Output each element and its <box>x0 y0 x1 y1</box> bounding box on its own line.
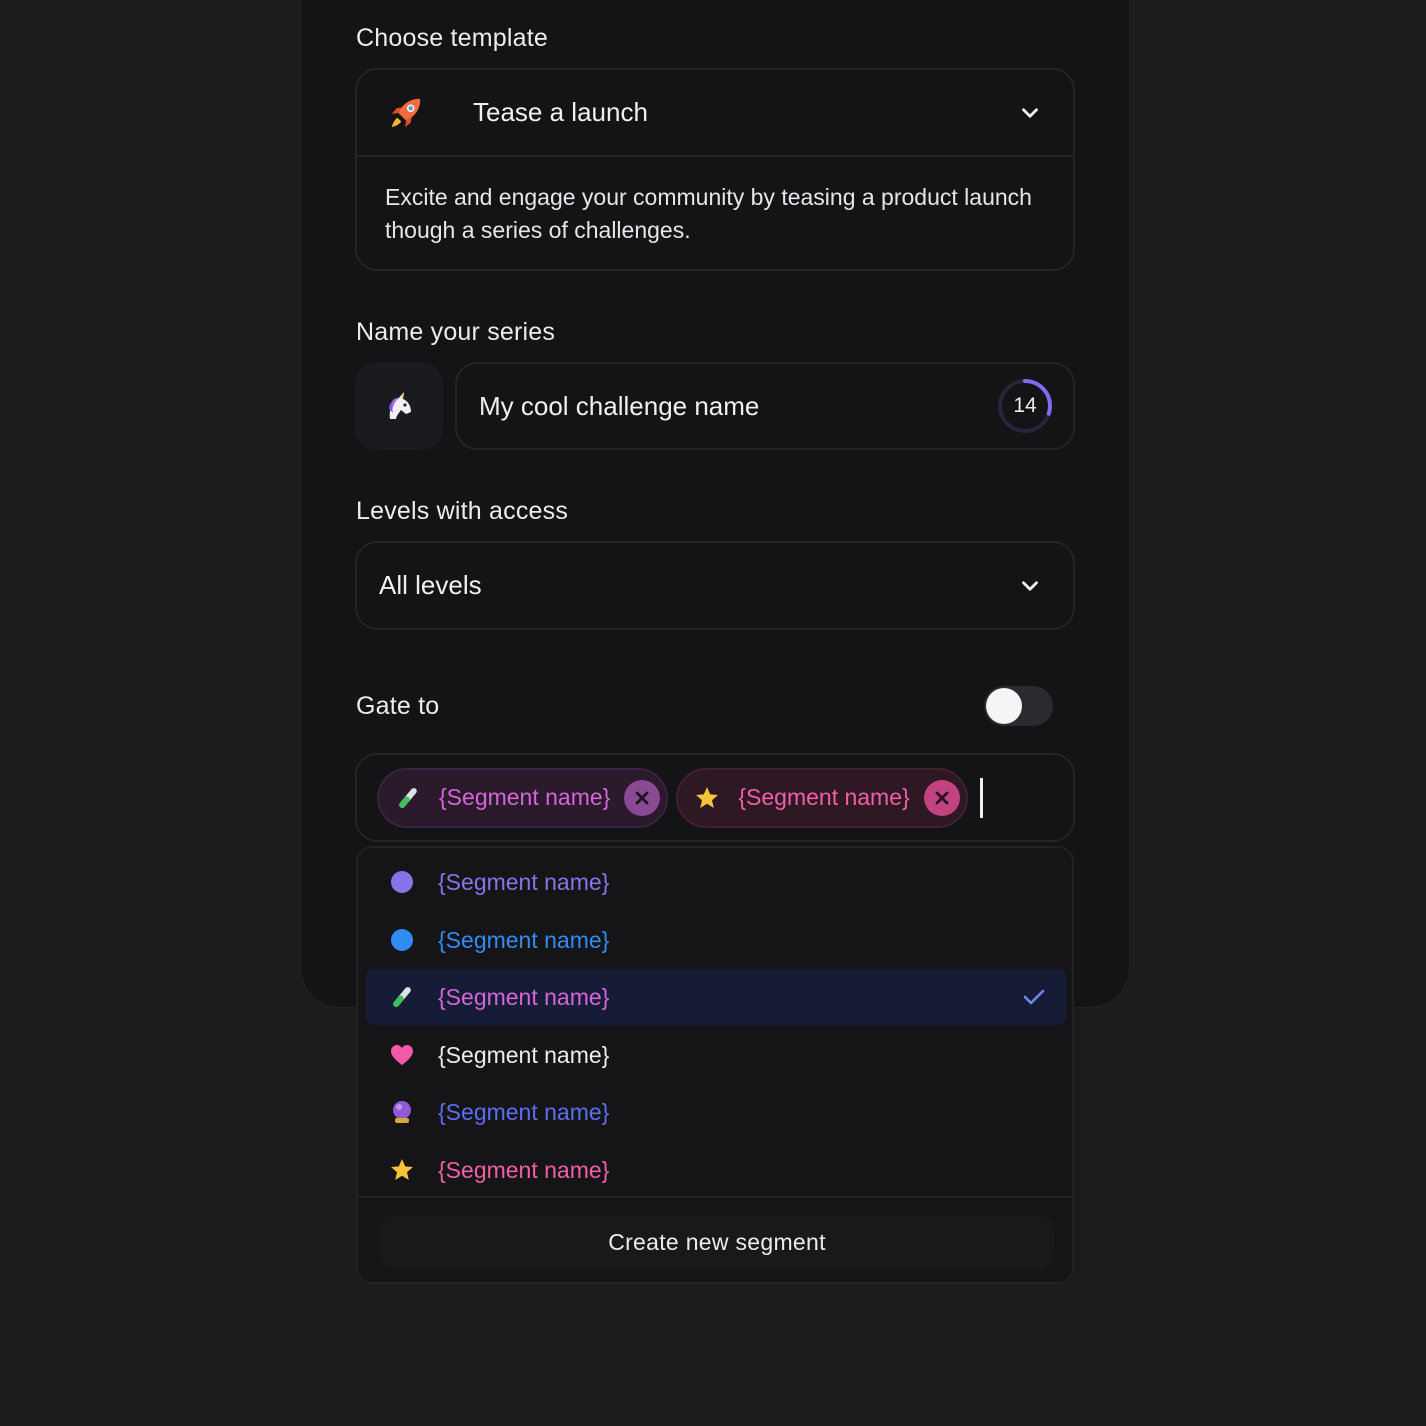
segment-dropdown: {Segment name} {Segment name} {Segment n… <box>356 846 1074 1284</box>
char-counter-value: 14 <box>1013 394 1037 417</box>
template-selected-value: Tease a launch <box>473 97 648 127</box>
segment-chip[interactable]: {Segment name} <box>676 767 968 828</box>
segment-option-label: {Segment name} <box>438 1098 610 1125</box>
chevron-down-icon[interactable] <box>1017 100 1043 126</box>
template-description: Excite and engage your community by teas… <box>385 184 1032 243</box>
levels-selected-value: All levels <box>379 570 482 600</box>
series-label: Name your series <box>356 318 556 346</box>
gate-label: Gate to <box>356 692 440 720</box>
blue-dot-icon <box>388 926 416 954</box>
segment-chip-input[interactable]: {Segment name} {Segment name} <box>355 753 1075 842</box>
segment-chip-label: {Segment name} <box>439 784 611 810</box>
levels-select[interactable]: All levels <box>355 541 1075 630</box>
heart-icon <box>388 1041 416 1069</box>
segment-option-label: {Segment name} <box>438 983 610 1010</box>
purple-dot-icon <box>388 868 416 896</box>
close-icon[interactable] <box>923 779 960 816</box>
segment-option-selected[interactable]: {Segment name} <box>366 969 1066 1025</box>
template-label: Choose template <box>356 24 549 52</box>
star-icon <box>388 1156 416 1184</box>
segment-option[interactable]: {Segment name} <box>366 854 1066 910</box>
segment-option-label: {Segment name} <box>438 926 610 953</box>
template-select[interactable]: Tease a launch Excite and engage your co… <box>355 68 1075 271</box>
toggle-knob[interactable] <box>986 688 1022 724</box>
create-segment-button[interactable]: Create new segment <box>380 1215 1054 1269</box>
crystal-ball-icon <box>388 1098 416 1126</box>
segment-option-label: {Segment name} <box>438 1156 610 1183</box>
emoji-picker-button[interactable] <box>355 362 443 450</box>
page: Choose template Tease a launch Excite an… <box>0 0 1426 1426</box>
star-icon <box>694 785 720 811</box>
segment-option[interactable]: {Segment name} <box>366 912 1066 968</box>
unicorn-icon <box>389 392 411 419</box>
segment-option[interactable]: {Segment name} <box>366 1142 1066 1198</box>
text-caret <box>979 777 983 818</box>
template-select-header[interactable]: Tease a launch <box>357 70 1073 157</box>
test-tube-icon <box>395 785 421 811</box>
rocket-icon <box>391 98 421 127</box>
segment-option[interactable]: {Segment name} <box>366 1084 1066 1140</box>
test-tube-icon <box>388 983 416 1011</box>
segment-option-label: {Segment name} <box>438 1041 610 1068</box>
chevron-down-icon[interactable] <box>1017 573 1043 599</box>
series-name-input[interactable]: My cool challenge name 14 <box>455 362 1075 450</box>
series-name-value: My cool challenge name <box>479 390 760 421</box>
dropdown-divider <box>358 1196 1072 1198</box>
segment-option[interactable]: {Segment name} <box>366 1027 1066 1083</box>
char-counter: 14 <box>997 378 1053 434</box>
segment-chip-label: {Segment name} <box>738 784 910 810</box>
gate-toggle[interactable] <box>984 686 1053 726</box>
segment-chip[interactable]: {Segment name} <box>377 767 669 828</box>
segment-option-label: {Segment name} <box>438 868 610 895</box>
close-icon[interactable] <box>624 779 661 816</box>
levels-label: Levels with access <box>356 497 569 525</box>
checkmark-icon <box>1023 989 1045 1005</box>
